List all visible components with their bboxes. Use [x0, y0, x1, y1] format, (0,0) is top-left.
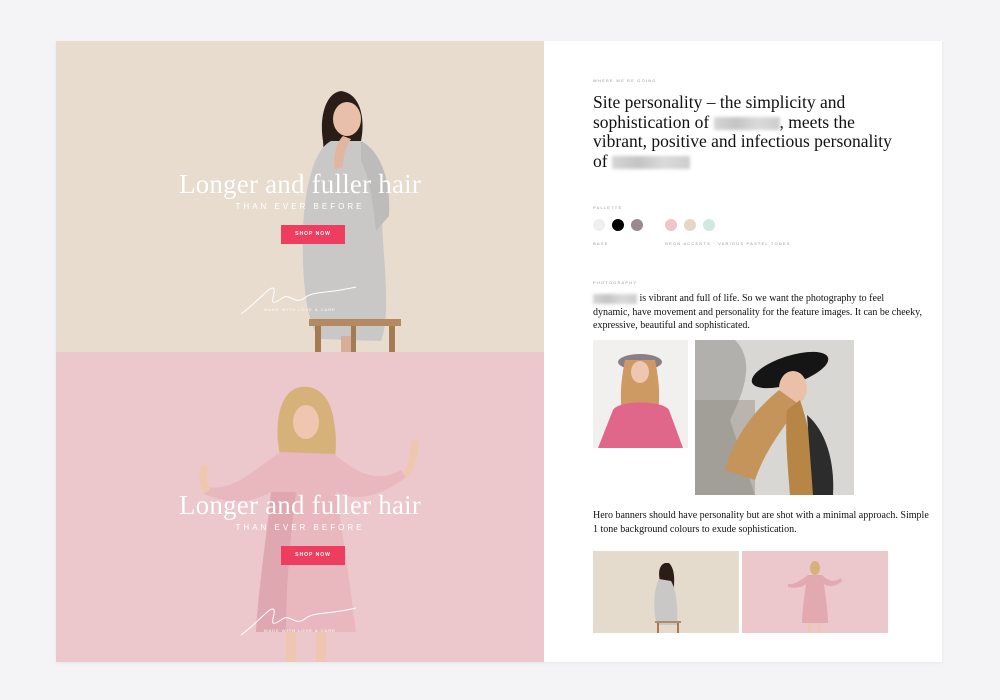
site-personality-heading: Site personality – the simplicity and so… — [593, 92, 903, 171]
brand-notes: WHERE WE'RE GOING Site personality – the… — [544, 41, 942, 662]
swatch-pastel-mint — [703, 219, 715, 231]
palette-accent-label: NEON ACCENTS · VARIOUS PASTEL TONES — [665, 241, 791, 246]
hero-banner-pink: Longer and fuller hair THAN EVER BEFORE … — [56, 352, 544, 662]
shop-now-button[interactable]: SHOP NOW — [281, 225, 345, 244]
section-label-photography: PHOTOGRAPHY — [593, 280, 638, 285]
swatch-base-black — [612, 219, 624, 231]
palette-base-label: BASE — [593, 241, 609, 246]
swatch-pastel-pink — [665, 219, 677, 231]
made-with-love-text-2: MADE WITH LOVE & CARE — [264, 628, 336, 633]
shop-now-button-2[interactable]: SHOP NOW — [281, 546, 345, 565]
photo-black-hat — [695, 340, 854, 495]
section-label-palette: PALLETTE — [593, 205, 623, 210]
moodboard: Longer and fuller hair THAN EVER BEFORE … — [56, 41, 942, 662]
swatch-base-mauve — [631, 219, 643, 231]
signature-logo — [240, 286, 357, 315]
hero-title: Longer and fuller hair — [178, 169, 422, 199]
swatch-pastel-beige — [684, 219, 696, 231]
hero-subtitle: THAN EVER BEFORE — [235, 202, 365, 211]
hero-banner-beige: Longer and fuller hair THAN EVER BEFORE … — [56, 41, 544, 352]
hero-banner-description: Hero banners should have personality but… — [593, 510, 929, 535]
redacted-brand-2 — [611, 155, 690, 169]
swatch-base-light — [593, 219, 605, 231]
made-with-love-text: MADE WITH LOVE & CARE — [264, 307, 336, 312]
thumbnail-hero-pink — [742, 551, 888, 633]
redacted-brand-3 — [593, 293, 637, 304]
signature-logo-2 — [240, 607, 357, 636]
section-label-where: WHERE WE'RE GOING — [593, 78, 657, 83]
photography-description: is vibrant and full of life. So we want … — [593, 292, 923, 333]
redacted-brand-1 — [713, 116, 780, 130]
photo-pink-sweater — [593, 340, 688, 448]
hero-title-2: Longer and fuller hair — [178, 490, 422, 520]
thumbnail-hero-beige — [593, 551, 739, 633]
hero-subtitle-2: THAN EVER BEFORE — [235, 523, 365, 532]
photography-text: is vibrant and full of life. So we want … — [593, 293, 922, 331]
